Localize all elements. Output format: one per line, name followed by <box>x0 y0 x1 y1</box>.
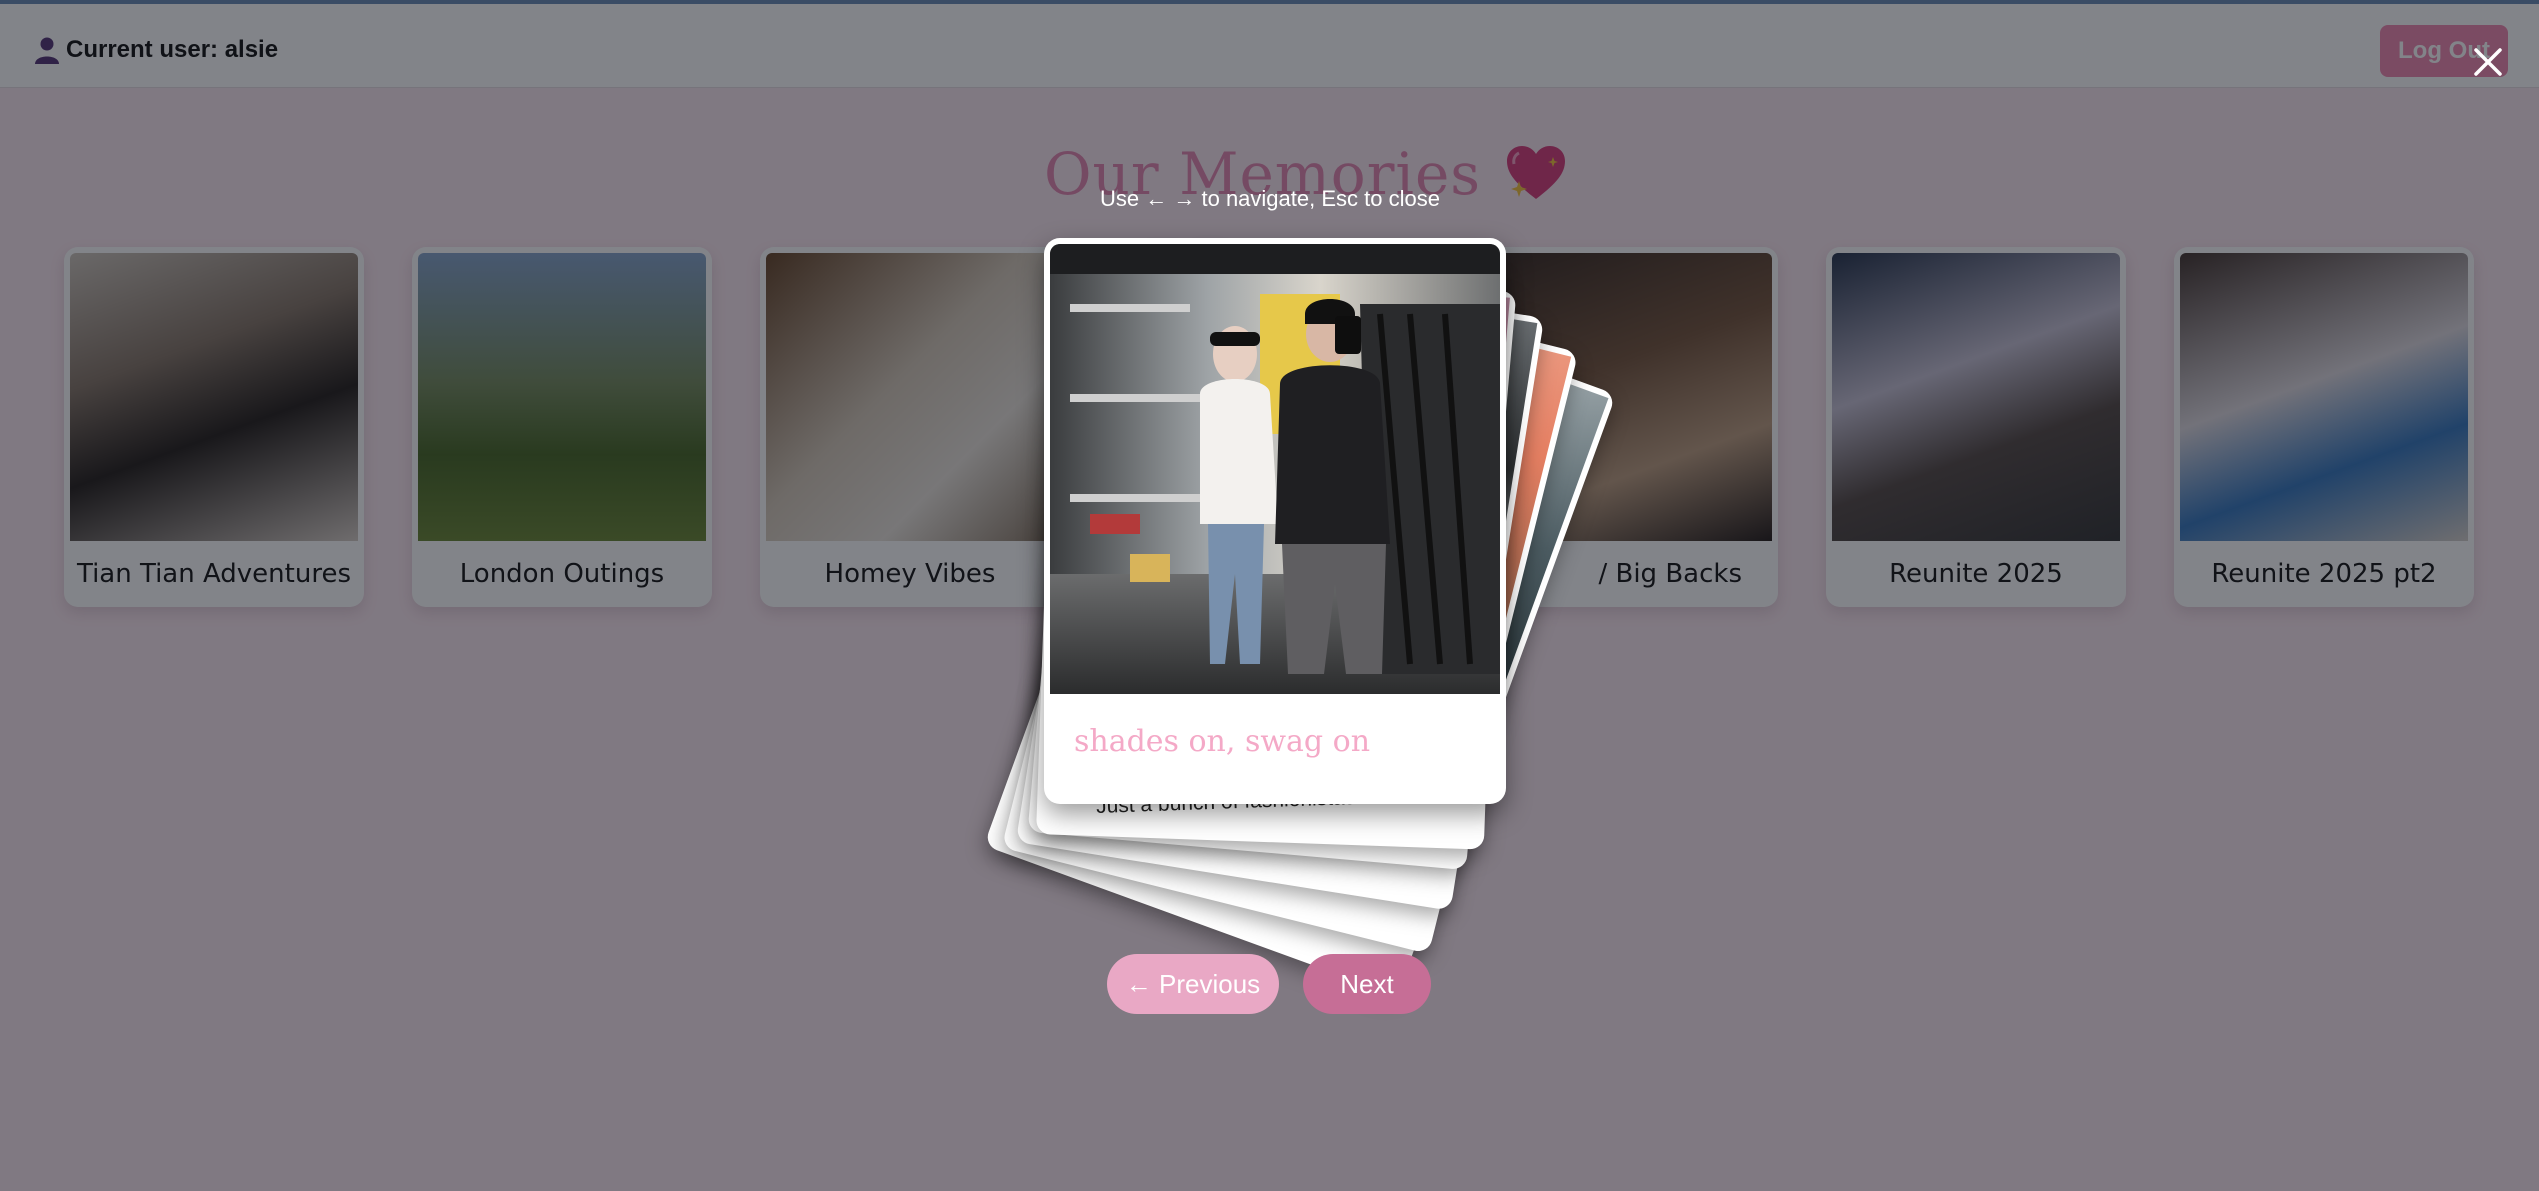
close-icon[interactable] <box>2470 44 2506 80</box>
photo <box>1050 244 1500 694</box>
previous-button[interactable]: ← Previous <box>1107 954 1279 1014</box>
navigation-hint: Use ← → to navigate, Esc to close <box>1100 186 1440 211</box>
next-button[interactable]: Next <box>1303 954 1431 1014</box>
photo-card[interactable]: shades on, swag on <box>1044 238 1506 804</box>
photo-caption: shades on, swag on <box>1074 723 1371 759</box>
